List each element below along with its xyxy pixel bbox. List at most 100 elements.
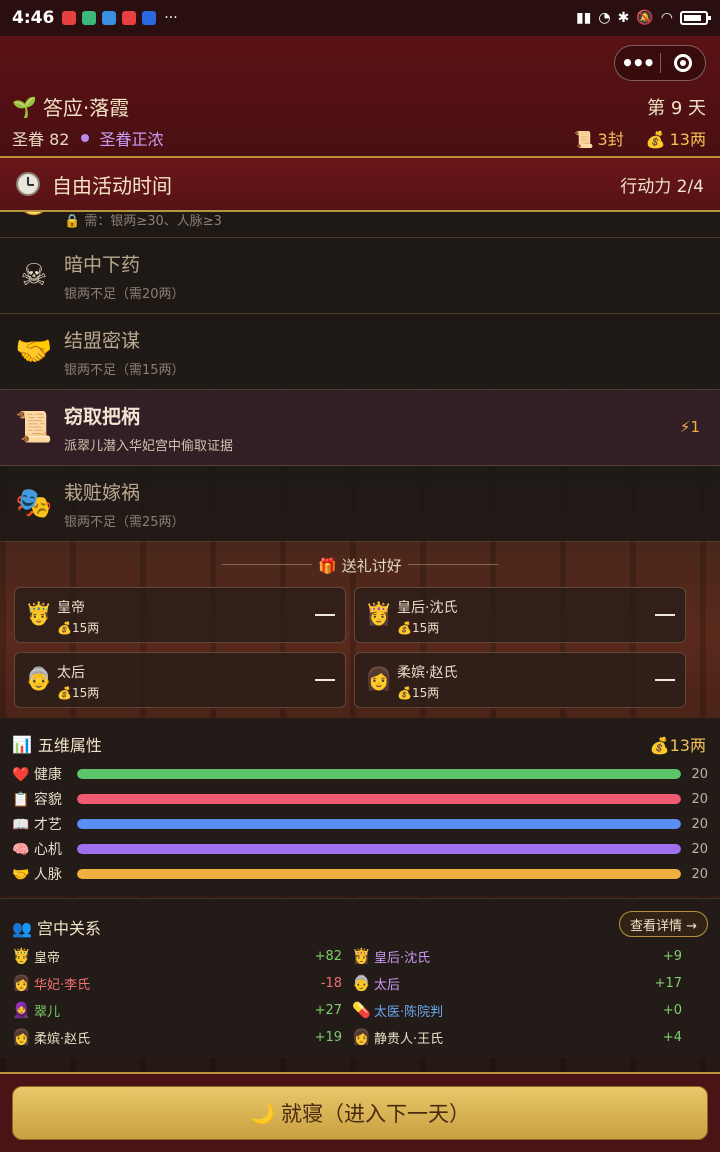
relation-name: 太医·陈院判: [374, 1004, 444, 1020]
resources: 📜 3封 💰 13两: [574, 126, 706, 150]
dowager-icon: 👵: [25, 667, 53, 692]
action-item-frame[interactable]: 🎭 栽赃嫁祸 银两不足（需25两）: [0, 466, 720, 542]
coin-icon: 🪙: [15, 212, 52, 218]
skull-icon: ☠: [20, 258, 48, 293]
gift-minus-button[interactable]: [315, 614, 335, 616]
gift-card-emperor[interactable]: 🤴 皇帝 💰15两: [14, 587, 346, 643]
favor-value: 圣眷 82: [12, 130, 70, 149]
consort-icon: 👩: [365, 667, 393, 692]
attr-health: ❤️ 健康 20: [12, 763, 708, 785]
attr-fill: [77, 769, 682, 779]
more-menu-button[interactable]: •••: [615, 51, 660, 75]
attr-value: 20: [691, 841, 708, 857]
player-title: 🌱 答应·落霞: [12, 92, 129, 121]
relation-row[interactable]: 👩 静贵人·王氏 +4: [352, 1026, 682, 1048]
noble-lady-icon: 👩: [352, 1028, 371, 1046]
relation-value: +17: [654, 975, 682, 991]
notification-app-icon: [82, 11, 97, 25]
empress-icon: 👸: [352, 947, 371, 965]
relation-name: 翠儿: [34, 1004, 61, 1020]
action-item-poison[interactable]: ☠ 暗中下药 银两不足（需20两）: [0, 238, 720, 314]
wifi-icon: ◠: [660, 10, 673, 26]
relation-row[interactable]: 👵 太后 +17: [352, 972, 682, 994]
gift-minus-button[interactable]: [315, 679, 335, 681]
gift-target-name: 皇后·沈氏: [397, 600, 458, 616]
book-icon: 📖: [12, 817, 30, 833]
gift-card-roupin[interactable]: 👩 柔嫔·赵氏 💰15两: [354, 652, 686, 708]
gift-minus-button[interactable]: [655, 679, 675, 681]
action-desc: 银两不足（需25两）: [64, 514, 185, 530]
attr-looks: 📋 容貌 20: [12, 788, 708, 810]
empress-icon: 👸: [365, 602, 393, 627]
bottom-bar: 🌙 就寝（进入下一天）: [0, 1072, 720, 1152]
gift-minus-button[interactable]: [655, 614, 675, 616]
relation-value: +19: [314, 1029, 342, 1045]
masks-icon: 🎭: [15, 486, 53, 521]
attr-value: 20: [691, 816, 708, 832]
emperor-icon: 🤴: [25, 602, 53, 627]
close-program-button[interactable]: [660, 54, 705, 72]
speed-icon: ◔: [598, 10, 611, 26]
action-name: 窃取把柄: [64, 405, 141, 428]
action-name: 暗中下药: [64, 253, 141, 276]
attr-label: 📖 才艺: [12, 817, 62, 833]
gift-cost: 💰15两: [397, 621, 440, 635]
dowager-icon: 👵: [352, 974, 371, 992]
battery-icon: [680, 11, 711, 25]
gift-card-dowager[interactable]: 👵 太后 💰15两: [14, 652, 346, 708]
relation-row[interactable]: 👸 皇后·沈氏 +9: [352, 945, 682, 967]
relation-value: +27: [314, 1002, 342, 1018]
activity-title: 自由活动时间: [52, 173, 172, 198]
action-item[interactable]: 🪙 🔒 需：银两≥30、人脉≥3: [0, 212, 720, 238]
attr-track: [77, 844, 682, 854]
player-rank-name: 答应·落霞: [42, 96, 130, 120]
gift-card-empress[interactable]: 👸 皇后·沈氏 💰15两: [354, 587, 686, 643]
view-details-button[interactable]: 查看详情 →: [618, 911, 708, 937]
action-desc: 银两不足（需15两）: [64, 362, 185, 378]
system-icons: ▮▮ ◔ ✱ 🔕 ◠: [575, 10, 711, 26]
emperor-icon: 🤴: [12, 947, 31, 965]
favor-dot: [81, 134, 90, 142]
action-list[interactable]: 🪙 🔒 需：银两≥30、人脉≥3 ☠ 暗中下药 银两不足（需20两） 🤝 结盟密…: [0, 212, 720, 544]
moon-icon: 🌙: [250, 1101, 275, 1125]
action-item-alliance[interactable]: 🤝 结盟密谋 银两不足（需15两）: [0, 314, 720, 390]
attr-scheming: 🧠 心机 20: [12, 838, 708, 860]
attr-value: 20: [691, 866, 708, 882]
letters-count: 📜 3封: [573, 130, 624, 149]
status-bar: 4:46 ··· ▮▮ ◔ ✱ 🔕 ◠: [0, 0, 720, 36]
attr-fill: [77, 844, 682, 854]
action-item-steal-evidence[interactable]: 📜 窃取把柄 派翠儿潜入华妃宫中偷取证据 ⚡1: [0, 390, 720, 466]
attr-track: [77, 869, 682, 879]
action-desc: 派翠儿潜入华妃宫中偷取证据: [64, 438, 234, 454]
book-icon: ▮▮: [575, 10, 592, 26]
gift-cost: 💰15两: [57, 686, 100, 700]
sleep-next-day-button[interactable]: 🌙 就寝（进入下一天）: [12, 1086, 708, 1140]
relation-name: 华妃·李氏: [34, 977, 91, 993]
scroll-icon: 📜: [573, 130, 594, 149]
relation-row[interactable]: 💊 太医·陈院判 +0: [352, 999, 682, 1021]
consort-icon: 👩: [12, 1028, 31, 1046]
attr-fill: [77, 869, 682, 879]
relation-row[interactable]: 👩 华妃·李氏 -18: [12, 972, 342, 994]
brain-icon: 🧠: [12, 842, 30, 858]
bluetooth-icon: ✱: [617, 10, 630, 26]
relation-name: 柔嫔·赵氏: [34, 1031, 91, 1047]
action-requirement: 🔒 需：银两≥30、人脉≥3: [64, 214, 222, 229]
favor-row: 圣眷 82 圣眷正浓: [12, 126, 163, 150]
notification-app-icon: [102, 11, 117, 25]
relation-name: 静贵人·王氏: [374, 1031, 444, 1047]
gift-target-name: 柔嫔·赵氏: [397, 665, 458, 681]
relation-row[interactable]: 👩 柔嫔·赵氏 +19: [12, 1026, 342, 1048]
target-icon: [673, 54, 692, 72]
attr-fill: [77, 794, 682, 804]
money-bag-icon: 💰: [645, 130, 666, 149]
notification-app-icon: [122, 11, 137, 25]
relation-row[interactable]: 🤴 皇帝 +82: [12, 945, 342, 967]
relations-title: 👥 宫中关系: [12, 919, 102, 938]
header: ••• 🌱 答应·落霞 第 9 天 圣眷 82 圣眷正浓 📜 3封 💰 13两: [0, 36, 720, 156]
consort-icon: 👩: [12, 974, 31, 992]
attr-value: 20: [691, 766, 708, 782]
relation-value: +0: [662, 1002, 682, 1018]
mute-icon: 🔕: [636, 10, 654, 26]
relation-row[interactable]: 🧕 翠儿 +27: [12, 999, 342, 1021]
